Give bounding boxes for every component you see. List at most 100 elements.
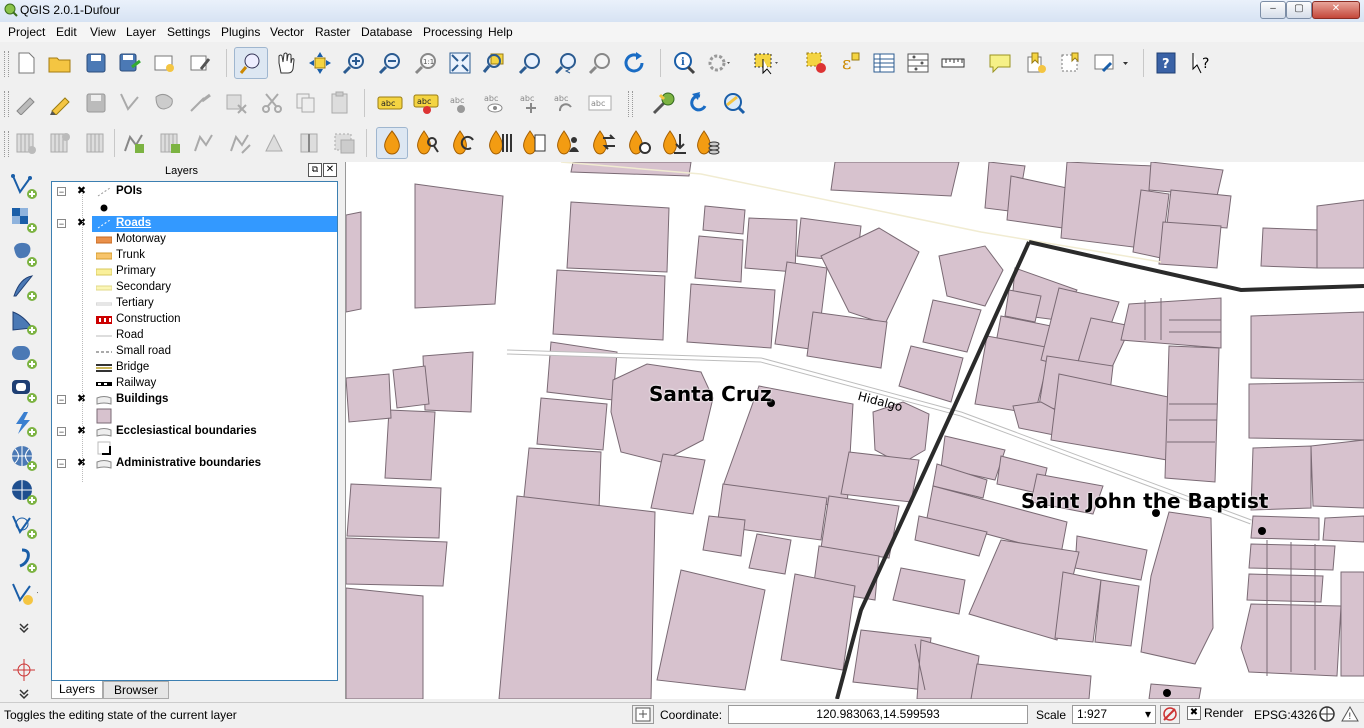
add-delimited-text-layer-icon[interactable] [10, 410, 38, 438]
save-layer-edits-icon[interactable] [82, 89, 110, 117]
menu-layer[interactable]: Layer [126, 25, 156, 39]
delete-ring-icon[interactable] [226, 129, 254, 157]
layer-labeling-icon[interactable]: abc [376, 89, 404, 117]
float-panel-button[interactable]: ⧉ [308, 163, 322, 177]
menu-plugins[interactable]: Plugins [221, 25, 260, 39]
toggle-editing-icon[interactable] [46, 89, 74, 117]
add-spatialite-layer-icon[interactable] [10, 274, 38, 302]
osm-sync-icon[interactable] [590, 129, 618, 157]
save-as-icon[interactable] [116, 49, 144, 77]
more-tools-chevron-icon[interactable] [10, 620, 38, 636]
cut-features-icon[interactable] [258, 89, 286, 117]
change-label-icon[interactable]: abc [586, 89, 614, 117]
maximize-button[interactable]: ▢ [1286, 1, 1312, 19]
pan-map-icon[interactable] [272, 49, 300, 77]
fill-ring-icon[interactable] [82, 129, 110, 157]
add-wms-layer-icon[interactable] [10, 444, 38, 472]
paste-features-icon[interactable] [326, 89, 354, 117]
identify-features-icon[interactable]: i [670, 49, 698, 77]
menu-processing[interactable]: Processing [423, 25, 482, 39]
collapse-toggle[interactable]: − [57, 427, 66, 437]
pan-map-to-selection-icon[interactable] [234, 47, 268, 79]
osm-settings-icon[interactable] [626, 129, 654, 157]
zoom-to-layer-icon[interactable] [516, 49, 544, 77]
osm-identify-icon[interactable] [414, 129, 442, 157]
new-bookmark-icon[interactable] [1022, 49, 1050, 77]
toggle-extents-icon[interactable] [632, 705, 654, 724]
show-bookmarks-icon[interactable] [1056, 49, 1084, 77]
statistical-summary-icon[interactable] [904, 49, 932, 77]
more-tools-chevron-2-icon[interactable] [10, 686, 38, 702]
add-raster-layer-icon[interactable] [10, 206, 38, 234]
menu-project[interactable]: Project [8, 25, 45, 39]
menu-view[interactable]: View [90, 25, 116, 39]
open-attribute-table-icon[interactable] [870, 49, 898, 77]
coordinate-field[interactable]: 120.983063,14.599593 [728, 705, 1028, 724]
new-project-icon[interactable] [12, 49, 40, 77]
add-oracle-layer-icon[interactable] [10, 342, 38, 370]
tab-browser[interactable]: Browser [103, 681, 169, 699]
scale-combo[interactable]: 1:927 ▾ [1072, 705, 1156, 724]
current-edits-icon[interactable] [12, 89, 40, 117]
osm-create-point-icon[interactable] [376, 127, 408, 159]
open-project-icon[interactable] [46, 49, 74, 77]
simplify-feature-icon[interactable] [190, 129, 218, 157]
split-features-icon[interactable] [296, 129, 324, 157]
add-wcs-layer-icon[interactable] [10, 478, 38, 506]
select-by-expression-icon[interactable]: ε [836, 49, 864, 77]
copy-features-icon[interactable] [292, 89, 320, 117]
plugin-installer-icon[interactable] [650, 89, 678, 117]
render-checkbox[interactable]: ✖ [1187, 706, 1201, 720]
whats-this-icon[interactable]: ? [1188, 49, 1216, 77]
add-vector-layer-icon[interactable] [10, 172, 38, 200]
merge-features-icon[interactable] [330, 129, 358, 157]
show-hide-labels-icon[interactable]: abc [480, 89, 508, 117]
composer-manager-icon[interactable] [186, 49, 214, 77]
osm-layers-icon[interactable] [694, 129, 722, 157]
add-virtual-layer-icon[interactable] [10, 546, 38, 574]
map-tips-icon[interactable] [986, 49, 1014, 77]
zoom-next-icon[interactable] [586, 49, 614, 77]
coordinate-capture-icon[interactable] [10, 656, 38, 684]
save-project-icon[interactable] [82, 49, 110, 77]
help-contents-icon[interactable]: ? [1152, 49, 1180, 77]
close-panel-button[interactable]: ✕ [323, 163, 337, 177]
menu-settings[interactable]: Settings [167, 25, 210, 39]
move-feature-icon[interactable] [150, 89, 178, 117]
collapse-toggle[interactable]: − [57, 459, 66, 469]
move-label-icon[interactable]: abc [516, 89, 544, 117]
osm-download-icon[interactable] [660, 129, 688, 157]
add-feature-icon[interactable] [116, 89, 144, 117]
zoom-out-icon[interactable] [376, 49, 404, 77]
message-log-icon[interactable]: ! [1340, 705, 1362, 724]
menu-database[interactable]: Database [361, 25, 412, 39]
new-spatial-bookmark-icon[interactable] [1092, 49, 1134, 77]
collapse-toggle[interactable]: − [57, 187, 66, 197]
layer-row-administrative[interactable]: − ✖ Administrative boundaries [52, 456, 337, 472]
menu-help[interactable]: Help [488, 25, 513, 39]
layer-row-ecclesiastical[interactable]: − ✖ Ecclesiastical boundaries [52, 424, 337, 440]
delete-part-icon[interactable] [260, 129, 288, 157]
collapse-toggle[interactable]: − [57, 395, 66, 405]
osm-attributes-icon[interactable] [520, 129, 548, 157]
menu-raster[interactable]: Raster [315, 25, 350, 39]
python-console-icon[interactable] [720, 89, 748, 117]
delete-selected-icon[interactable] [222, 89, 250, 117]
refresh-icon[interactable] [620, 49, 648, 77]
layer-row-pois[interactable]: − ✖ POIs [52, 184, 337, 200]
collapse-toggle[interactable]: − [57, 219, 66, 229]
run-feature-action-icon[interactable] [704, 49, 732, 77]
osm-properties-icon[interactable] [486, 129, 514, 157]
add-postgis-layer-icon[interactable] [10, 240, 38, 268]
new-print-composer-icon[interactable] [150, 49, 178, 77]
undo-icon[interactable] [684, 89, 712, 117]
add-wfs-layer-icon[interactable] [10, 512, 38, 540]
crs-globe-icon[interactable] [1318, 705, 1338, 724]
offset-curve-icon[interactable] [156, 129, 184, 157]
osm-rotate-icon[interactable] [450, 129, 478, 157]
add-ring-icon[interactable] [12, 129, 40, 157]
zoom-actual-size-icon[interactable]: 1:1 [412, 49, 440, 77]
add-db2-layer-icon[interactable] [10, 376, 38, 404]
zoom-in-icon[interactable] [340, 49, 368, 77]
menu-edit[interactable]: Edit [56, 25, 77, 39]
